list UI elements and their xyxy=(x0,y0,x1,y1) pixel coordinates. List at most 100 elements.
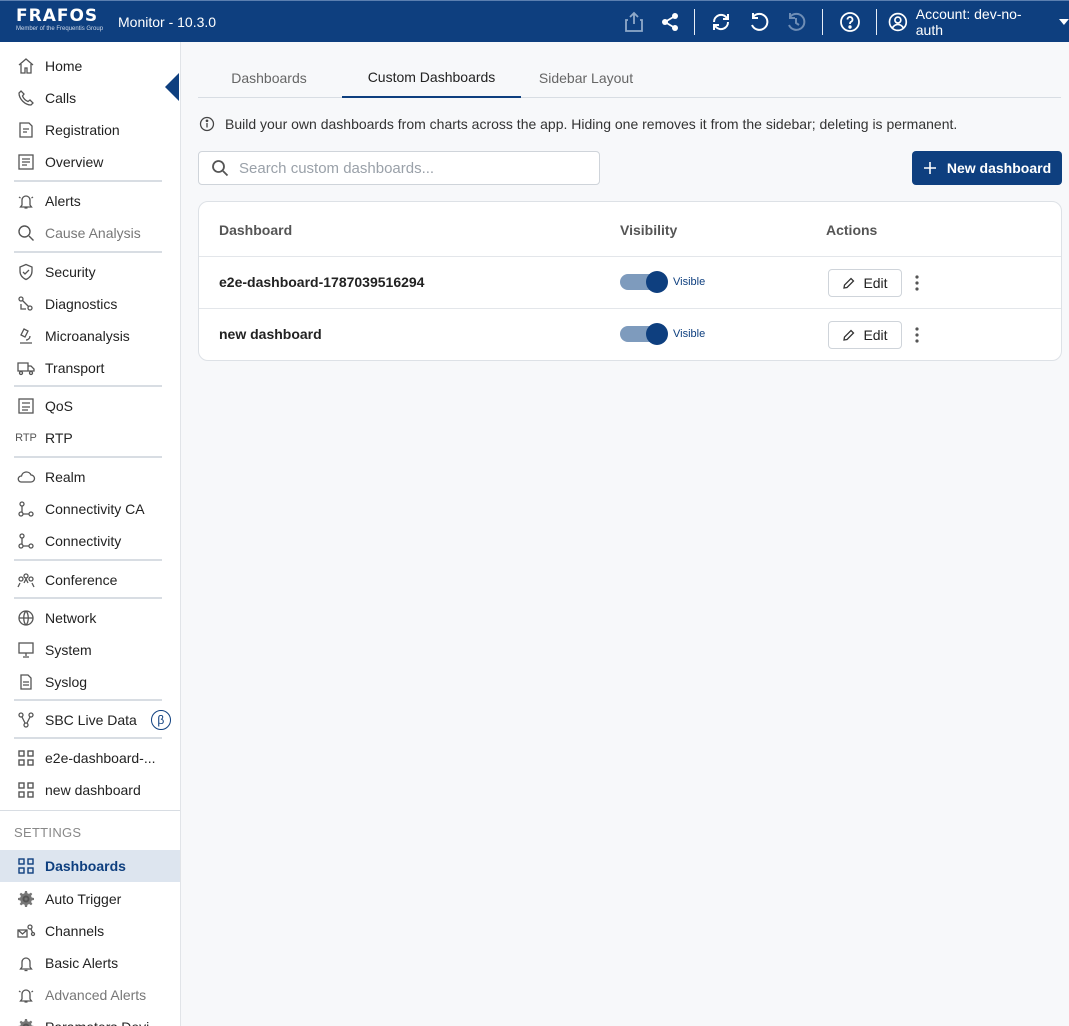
table-row: e2e-dashboard-1787039516294 Visible Edit xyxy=(199,256,1061,308)
edit-button[interactable]: Edit xyxy=(828,269,902,297)
settings-item-parameters-devi[interactable]: Parameters Devi xyxy=(0,1011,180,1026)
sidebar-item-sbc-live-data[interactable]: SBC Live Data β xyxy=(0,704,180,736)
sidebar-item-calls[interactable]: Calls xyxy=(0,82,180,114)
qos-icon xyxy=(16,396,36,416)
settings-item-dashboards[interactable]: Dashboards xyxy=(0,850,180,882)
column-header-dashboard: Dashboard xyxy=(219,222,293,238)
sidebar-item-alerts[interactable]: Alerts xyxy=(0,185,180,217)
gear-icon xyxy=(16,889,36,909)
settings-item-advanced-alerts[interactable]: Advanced Alerts xyxy=(0,979,180,1011)
search-icon xyxy=(212,160,229,177)
beta-badge: β xyxy=(150,710,171,730)
sidebar-item-label: Home xyxy=(45,58,83,74)
export-icon[interactable] xyxy=(622,10,646,34)
sidebar-item-label: Connectivity CA xyxy=(45,501,145,517)
visibility-toggle[interactable] xyxy=(620,323,668,345)
sidebar-item-label: Diagnostics xyxy=(45,296,118,312)
registration-icon xyxy=(16,120,36,140)
alert-bell-icon xyxy=(16,191,36,211)
sidebar-item-network[interactable]: Network xyxy=(0,602,180,634)
sidebar-item-microanalysis[interactable]: Microanalysis xyxy=(0,320,180,352)
sidebar-item-qos[interactable]: QoS xyxy=(0,390,180,422)
truck-icon xyxy=(16,358,36,378)
share-icon[interactable] xyxy=(658,10,682,34)
edit-button[interactable]: Edit xyxy=(828,321,902,349)
nav-divider xyxy=(14,597,162,599)
sidebar-item-connectivity-ca[interactable]: Connectivity CA xyxy=(0,493,180,525)
sidebar-item-label: Security xyxy=(45,264,96,280)
sidebar-item-cause-analysis[interactable]: Cause Analysis xyxy=(0,217,180,249)
sidebar-item-label: Microanalysis xyxy=(45,328,130,344)
dashboard-icon xyxy=(16,748,36,768)
edit-label: Edit xyxy=(863,275,888,291)
sidebar-item-diagnostics[interactable]: Diagnostics xyxy=(0,288,180,320)
sidebar-item-overview[interactable]: Overview xyxy=(0,146,180,178)
search-icon xyxy=(16,223,36,243)
settings-heading: SETTINGS xyxy=(14,825,82,840)
sidebar-item-connectivity[interactable]: Connectivity xyxy=(0,525,180,557)
search-field[interactable] xyxy=(198,151,600,185)
pencil-icon xyxy=(843,329,855,341)
sidebar-item-system[interactable]: System xyxy=(0,634,180,666)
table-row: new dashboard Visible Edit xyxy=(199,308,1061,360)
nav-divider xyxy=(14,559,162,561)
sidebar-item-syslog[interactable]: Syslog xyxy=(0,666,180,698)
sidebar-item-registration[interactable]: Registration xyxy=(0,114,180,146)
monitor-icon xyxy=(16,640,36,660)
sidebar-item-label: Connectivity xyxy=(45,533,122,549)
history-icon[interactable] xyxy=(784,10,808,34)
sidebar-item-label: System xyxy=(45,642,92,658)
settings-divider xyxy=(0,810,180,811)
sidebar-item-transport[interactable]: Transport xyxy=(0,352,180,384)
gear-icon xyxy=(16,1017,36,1026)
diagnostics-icon xyxy=(16,294,36,314)
sidebar-item-realm[interactable]: Realm xyxy=(0,461,180,493)
sidebar-item-label: Alerts xyxy=(45,193,81,209)
info-icon xyxy=(199,116,215,132)
user-icon xyxy=(888,12,908,32)
sidebar-collapse-handle[interactable] xyxy=(165,73,179,101)
people-icon xyxy=(16,570,36,590)
help-icon[interactable] xyxy=(838,10,862,34)
visibility-toggle[interactable] xyxy=(620,271,668,293)
frafos-logo[interactable]: FRAFOS Member of the Frequentis Group xyxy=(16,7,104,37)
sidebar-item-home[interactable]: Home xyxy=(0,50,180,82)
toolbar-divider xyxy=(694,9,695,35)
tab-dashboards[interactable]: Dashboards xyxy=(198,58,340,97)
new-dashboard-button[interactable]: New dashboard xyxy=(912,151,1062,185)
phone-icon xyxy=(16,88,36,108)
undo-icon[interactable] xyxy=(747,10,771,34)
column-header-actions: Actions xyxy=(826,222,878,238)
sidebar-item-conference[interactable]: Conference xyxy=(0,564,180,596)
sidebar-item-e2e-dashboard[interactable]: e2e-dashboard-... xyxy=(0,742,180,774)
refresh-icon[interactable] xyxy=(709,10,733,34)
plus-icon xyxy=(923,162,936,174)
sidebar-item-new-dashboard[interactable]: new dashboard xyxy=(0,774,180,806)
logo-tagline: Member of the Frequentis Group xyxy=(16,26,104,32)
sidebar-item-label: new dashboard xyxy=(45,782,141,798)
connectivity-icon xyxy=(16,531,36,551)
sidebar-item-rtp[interactable]: RTP RTP xyxy=(0,422,180,454)
nav-divider xyxy=(14,385,162,387)
tab-custom-dashboards[interactable]: Custom Dashboards xyxy=(342,58,521,98)
settings-item-label: Dashboards xyxy=(45,858,126,874)
account-menu[interactable]: Account: dev-no-auth xyxy=(888,6,1069,38)
nav-divider xyxy=(14,180,162,182)
dashboards-table: Dashboard Visibility Actions e2e-dashboa… xyxy=(198,201,1062,361)
dashboard-name: e2e-dashboard-1787039516294 xyxy=(219,274,425,290)
settings-item-channels[interactable]: Channels xyxy=(0,915,180,947)
more-options-icon[interactable] xyxy=(911,271,923,295)
dashboard-tabs: Dashboards Custom Dashboards Sidebar Lay… xyxy=(198,58,1061,98)
tab-sidebar-layout[interactable]: Sidebar Layout xyxy=(521,58,651,97)
sidebar-item-label: e2e-dashboard-... xyxy=(45,750,156,766)
microscope-icon xyxy=(16,326,36,346)
new-dashboard-label: New dashboard xyxy=(946,160,1052,176)
sidebar-item-security[interactable]: Security xyxy=(0,256,180,288)
nav-divider xyxy=(14,737,162,739)
search-input[interactable] xyxy=(239,159,579,177)
settings-item-basic-alerts[interactable]: Basic Alerts xyxy=(0,947,180,979)
settings-item-auto-trigger[interactable]: Auto Trigger xyxy=(0,883,180,915)
more-options-icon[interactable] xyxy=(911,323,923,347)
dashboard-icon xyxy=(16,780,36,800)
sidebar-item-label: QoS xyxy=(45,398,74,414)
